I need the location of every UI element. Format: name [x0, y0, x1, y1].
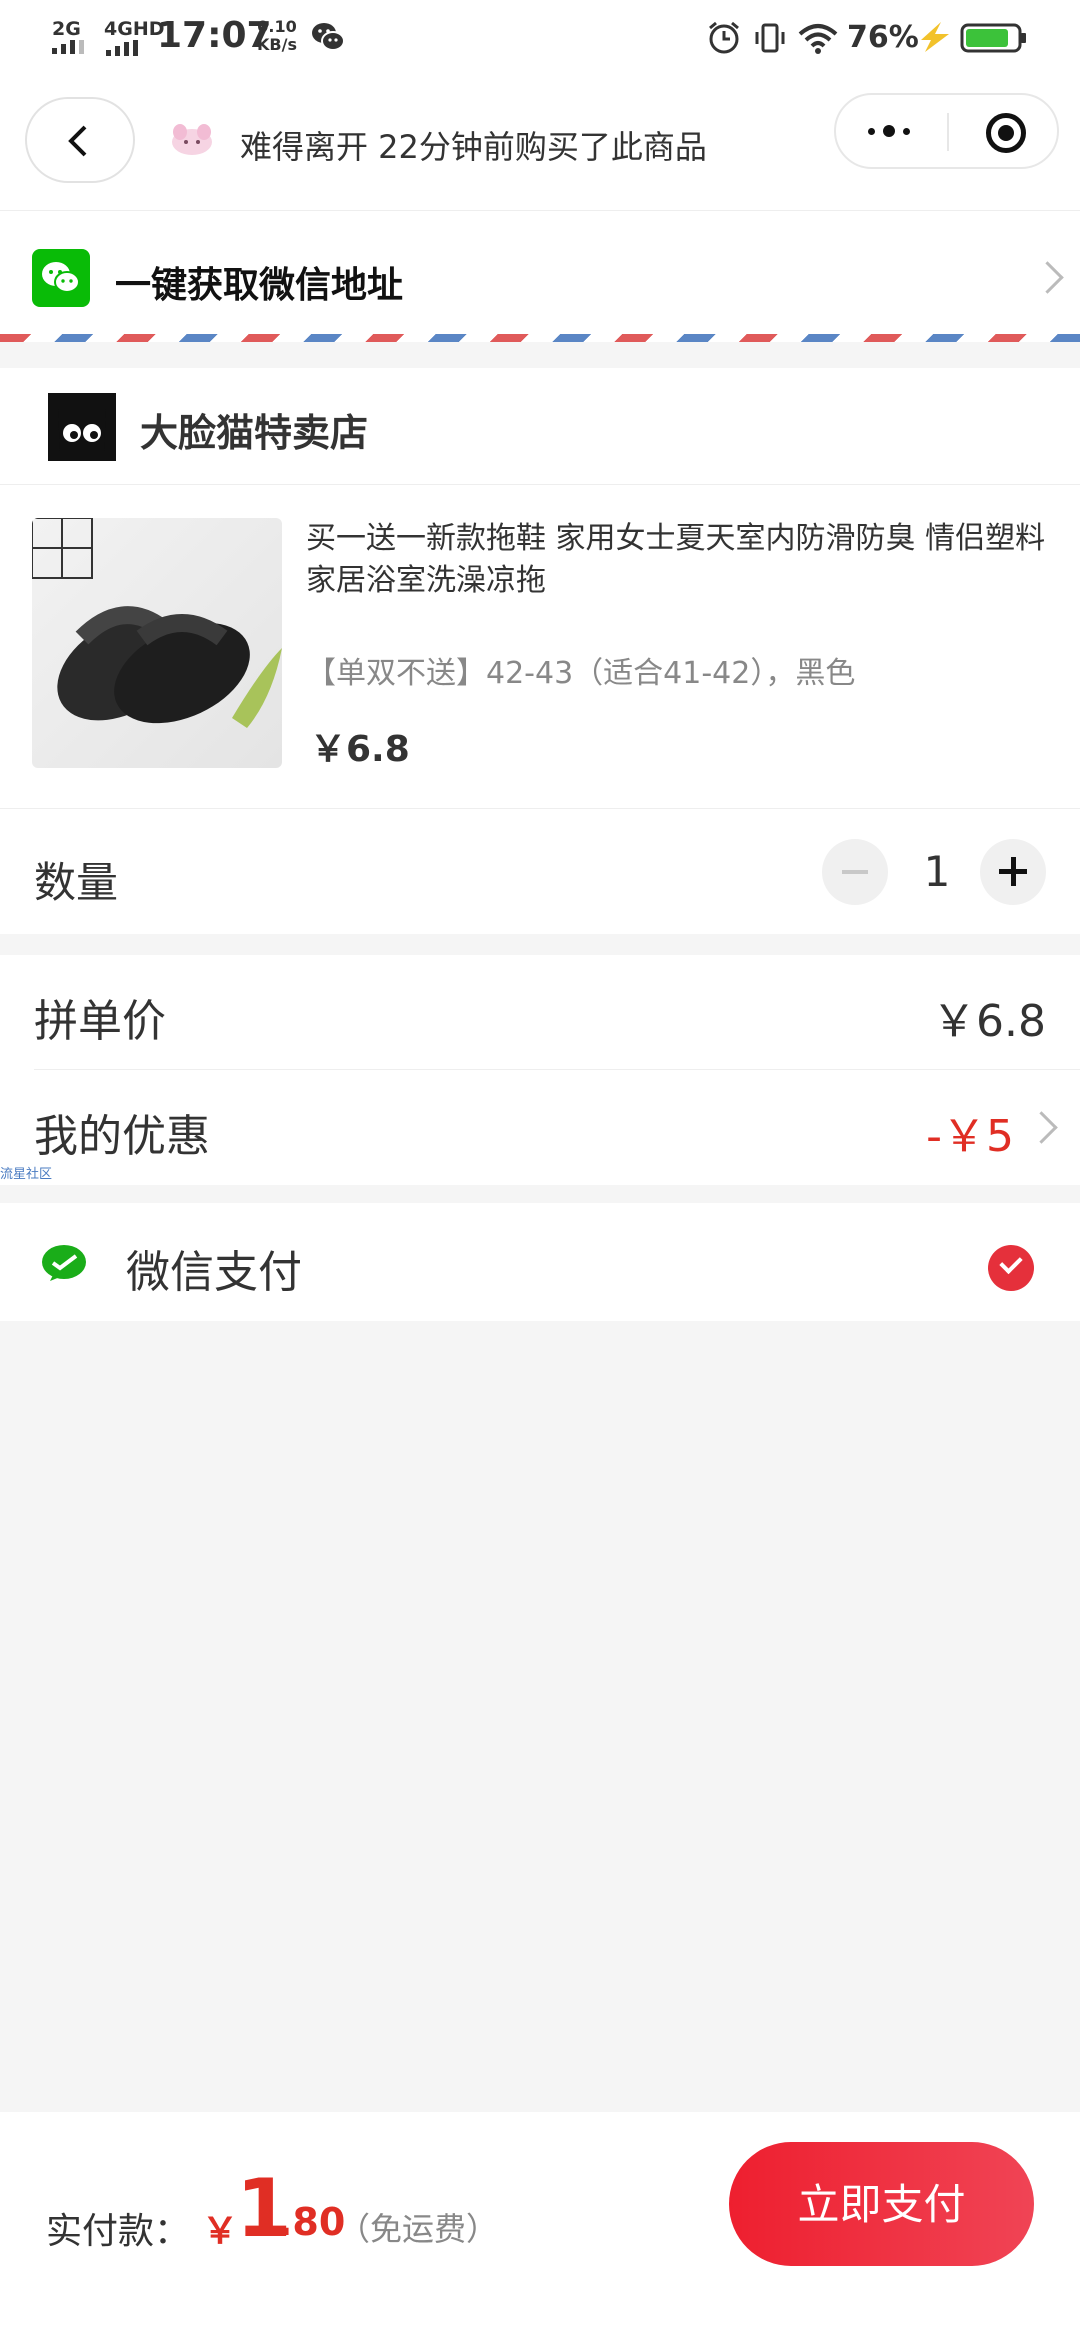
selected-check-icon[interactable] [988, 1245, 1034, 1291]
wechat-pay-label: 微信支付 [126, 1247, 302, 1298]
total-amount-decimal: .80 [278, 2200, 346, 2244]
group-price-label: 拼单价 [34, 996, 166, 1047]
wifi-icon [798, 24, 838, 54]
product-price: ￥6.8 [310, 729, 410, 770]
charging-icon [921, 22, 949, 52]
purchase-notice: 难得离开 22分钟前购买了此商品 [240, 128, 707, 166]
nav-bar: 难得离开 22分钟前购买了此商品 [0, 75, 1080, 210]
airmail-border [0, 334, 1080, 342]
group-price-row: 拼单价 ￥6.8 [0, 955, 1080, 1070]
group-price-value: ￥6.8 [932, 996, 1046, 1047]
back-arrow-icon [68, 125, 87, 157]
total-label: 实付款： [46, 2211, 191, 2252]
get-wechat-address-label: 一键获取微信地址 [115, 265, 404, 306]
more-options-icon[interactable] [868, 125, 910, 137]
order-shop-section: 大脸猫特卖店 买一送一新款拖鞋 家用女士夏天室内防滑防臭 情侣塑料家居浴室洗澡凉… [0, 368, 1080, 808]
signal-icon [52, 40, 84, 54]
quantity-decrease-button[interactable] [822, 839, 888, 905]
clock: 17:07 [157, 15, 272, 56]
buyer-avatar [172, 124, 212, 155]
wechat-notification-icon [312, 23, 345, 51]
wechat-pay-icon [42, 1245, 86, 1281]
payment-method-row[interactable]: 微信支付 [0, 1203, 1080, 1321]
product-image[interactable] [32, 518, 282, 768]
currency-symbol: ￥ [202, 2211, 239, 2252]
shop-name: 大脸猫特卖店 [140, 411, 369, 455]
signal-icon-2 [106, 40, 138, 56]
discount-row[interactable]: 我的优惠 -￥5 [0, 1070, 1080, 1185]
close-program-icon[interactable] [986, 113, 1026, 153]
product-spec: 【单双不送】42-43（适合41-42），黑色 [306, 656, 856, 691]
speed-unit: KB/s [257, 35, 297, 54]
chevron-right-icon [1031, 261, 1064, 294]
alarm-icon [709, 21, 739, 54]
quantity-value[interactable]: 1 [912, 847, 962, 896]
battery-percent: 76% [847, 20, 919, 55]
price-summary: 拼单价 ￥6.8 我的优惠 -￥5 [0, 955, 1080, 1185]
address-row[interactable]: 一键获取微信地址 [0, 210, 1080, 341]
discount-label: 我的优惠 [34, 1111, 210, 1162]
mini-program-capsule [834, 93, 1059, 169]
chevron-right-icon [1025, 1111, 1058, 1144]
vibrate-icon [755, 23, 785, 53]
product-title: 买一送一新款拖鞋 家用女士夏天室内防滑防臭 情侣塑料家居浴室洗澡凉拖 [306, 521, 1046, 598]
discount-value: -￥5 [926, 1111, 1014, 1162]
pay-now-button[interactable]: 立即支付 [729, 2142, 1034, 2266]
checkout-bar: 实付款： ￥ 1 .80 （免运费） 立即支付 [0, 2112, 1080, 2340]
shop-header[interactable]: 大脸猫特卖店 [0, 368, 1080, 485]
watermark: 流星社区 [0, 1167, 53, 1182]
quantity-increase-button[interactable] [980, 839, 1046, 905]
network-type-2: 4GHD [104, 18, 165, 40]
status-bar: 2G 4GHD 17:07 0.10 KB/s 76% [0, 0, 1080, 75]
capsule-divider [947, 113, 949, 151]
quantity-row: 数量 1 [0, 808, 1080, 934]
shipping-note: （免运费） [338, 2210, 499, 2248]
network-type-1: 2G [52, 18, 81, 40]
network-speed: 0.10 KB/s [257, 18, 297, 54]
shop-logo [48, 393, 116, 461]
wechat-logo-icon [32, 249, 90, 307]
quantity-label: 数量 [34, 858, 119, 907]
back-button[interactable] [25, 97, 135, 183]
battery-icon [960, 23, 1026, 53]
speed-value: 0.10 [257, 17, 297, 36]
